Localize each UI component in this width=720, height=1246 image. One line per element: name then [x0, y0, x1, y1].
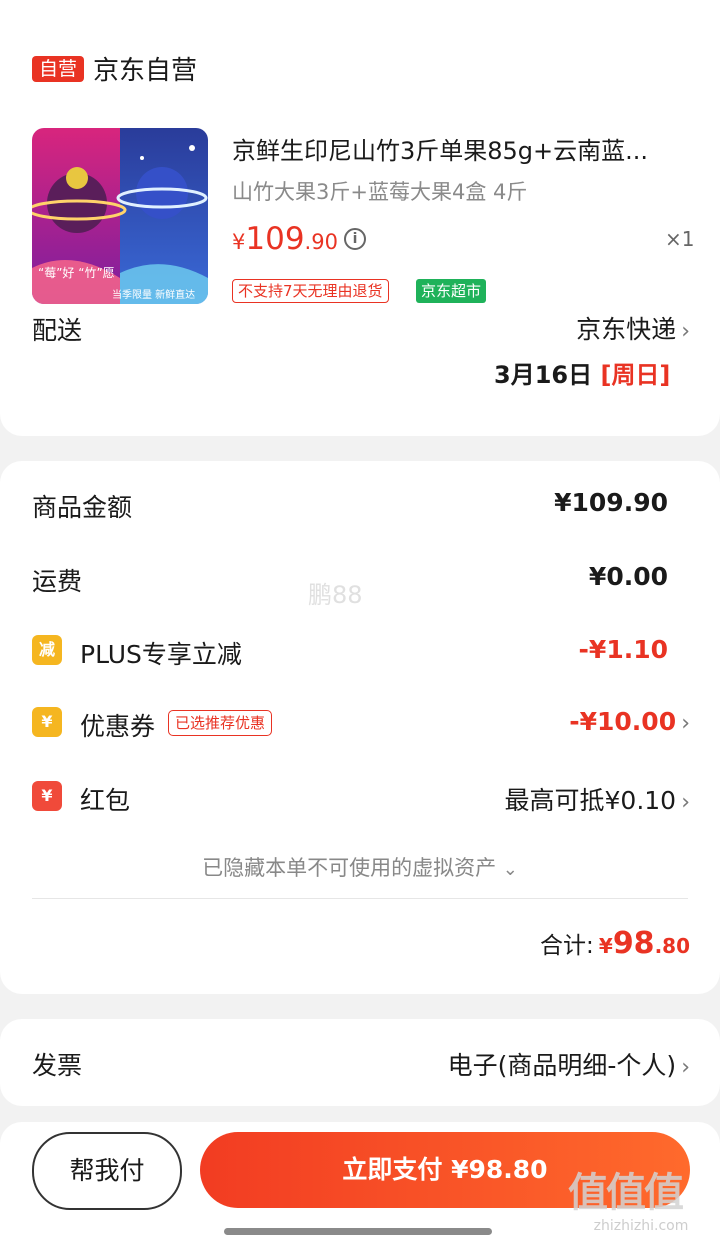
chevron-right-icon: ›: [681, 711, 690, 736]
shop-name[interactable]: 京东自营: [93, 50, 197, 87]
delivery-label: 配送: [32, 316, 83, 345]
jd-supermarket-tag: 京东超市: [416, 279, 487, 303]
price-currency: ¥: [232, 230, 246, 254]
total-integer: 98: [612, 926, 655, 961]
freight-value: ¥0.00: [588, 562, 668, 591]
product-title[interactable]: 京鲜生印尼山竹3斤单果85g+云南蓝...: [232, 131, 682, 166]
plus-discount-icon: 减: [32, 635, 62, 665]
red-packet-icon: ¥: [32, 781, 62, 811]
hidden-assets-toggle[interactable]: 已隐藏本单不可使用的虚拟资产 ⌄: [0, 852, 720, 882]
invoice-value: 电子(商品明细-个人): [447, 1051, 677, 1080]
coupon-icon: ¥: [32, 707, 62, 737]
chevron-down-icon: ⌄: [502, 859, 518, 880]
plus-discount-value: -¥1.10: [578, 635, 668, 664]
freight-label: 运费: [32, 567, 83, 596]
chevron-right-icon: ›: [681, 1055, 690, 1080]
home-indicator: [224, 1228, 492, 1235]
delivery-method-row[interactable]: 京东快递 ›: [540, 310, 690, 346]
order-total: 合计: ¥98.80: [460, 926, 690, 961]
product-price: ¥109.90: [232, 221, 338, 257]
site-watermark: 值值值 zhizhizhi.com: [568, 1160, 714, 1244]
chevron-right-icon: ›: [681, 790, 690, 815]
delivery-method: 京东快递: [576, 315, 677, 344]
goods-amount-label: 商品金额: [32, 493, 133, 522]
delivery-weekday: [周日]: [600, 361, 671, 389]
hidden-assets-note: 已隐藏本单不可使用的虚拟资产: [202, 856, 497, 880]
coupon-recommended-tag: 已选推荐优惠: [168, 710, 273, 736]
total-decimal: .80: [654, 934, 690, 958]
price-decimal: .90: [304, 230, 338, 254]
summary-divider: [32, 898, 688, 899]
chevron-right-icon: ›: [681, 319, 690, 344]
coupon-label: 优惠券: [80, 712, 156, 741]
thumb-slogan-left: “莓”好 “竹”愿: [38, 266, 115, 280]
invoice-label: 发票: [32, 1051, 83, 1080]
coupon-row[interactable]: -¥10.00 ›: [460, 707, 690, 736]
user-watermark: 鹏88: [308, 581, 363, 609]
delivery-date: 3月16日: [494, 361, 593, 389]
red-packet-value: 最高可抵¥0.10: [504, 786, 677, 815]
coupon-value: -¥10.00: [569, 707, 677, 736]
site-watermark-url: zhizhizhi.com: [593, 1218, 689, 1234]
thumb-slogan-right: 当季限量 新鲜直达: [112, 290, 196, 301]
price-info-icon[interactable]: i: [344, 228, 366, 250]
invoice-row[interactable]: 电子(商品明细-个人) ›: [380, 1046, 690, 1082]
price-integer: 109: [245, 221, 305, 257]
total-currency: ¥: [598, 934, 613, 958]
plus-discount-label: PLUS专享立减: [80, 640, 242, 669]
red-packet-row[interactable]: 最高可抵¥0.10 ›: [420, 781, 690, 817]
red-packet-label: 红包: [80, 786, 131, 815]
no-return-tag: 不支持7天无理由退货: [232, 279, 389, 303]
goods-amount-value: ¥109.90: [554, 488, 668, 517]
product-quantity: ×1: [665, 227, 695, 251]
site-watermark-logo: 值值值: [568, 1170, 684, 1216]
pay-for-me-button[interactable]: 帮我付: [32, 1132, 182, 1210]
product-spec: 山竹大果3斤+蓝莓大果4盒 4斤: [232, 180, 528, 204]
delivery-date-row[interactable]: 3月16日 [周日]: [494, 355, 670, 390]
total-label: 合计:: [540, 933, 594, 959]
self-operated-badge: 自营: [32, 56, 85, 82]
product-thumbnail[interactable]: “莓”好 “竹”愿 当季限量 新鲜直达: [32, 128, 208, 304]
